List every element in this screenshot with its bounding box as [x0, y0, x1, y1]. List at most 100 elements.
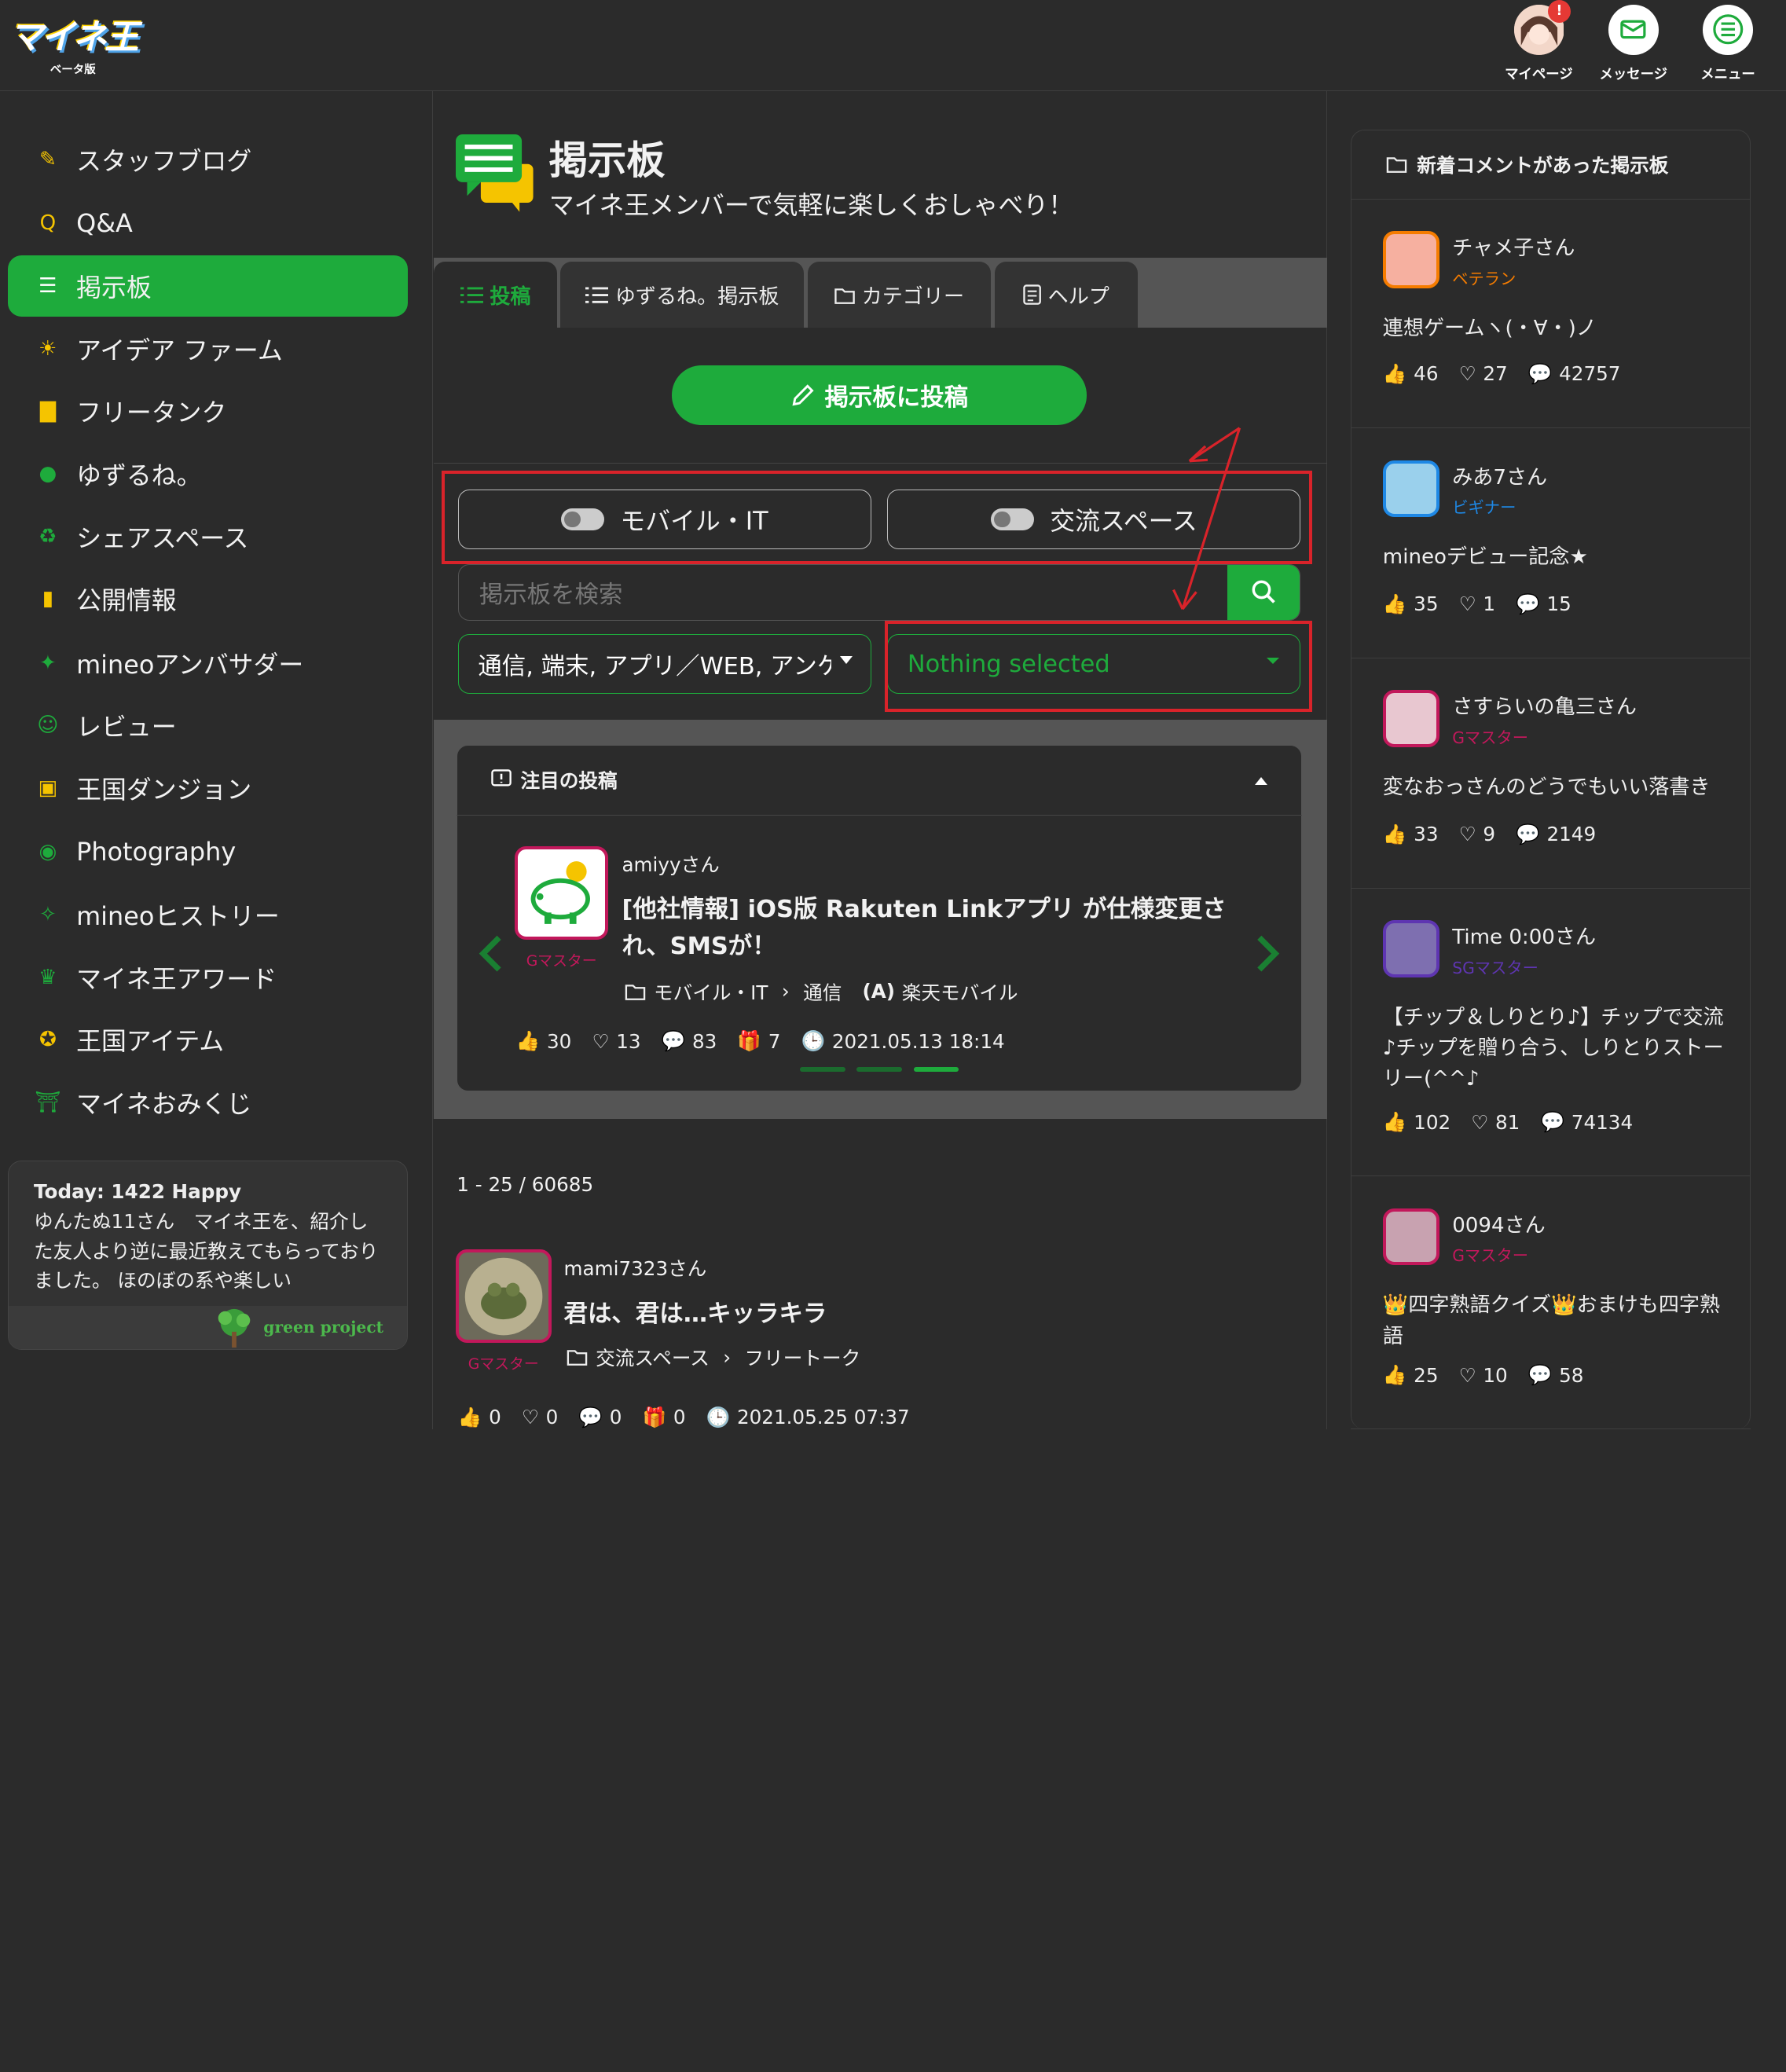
chevron-right-icon: › — [781, 980, 790, 1003]
avatar[interactable] — [1382, 231, 1440, 288]
sidebar-item-7[interactable]: ♻ シェアスペース — [8, 506, 408, 567]
comment-icon: 💬 — [1527, 361, 1553, 385]
sidebar-item-label: レビュー — [76, 712, 177, 743]
category-link[interactable]: モバイル・IT — [654, 977, 768, 1006]
recent-board-item[interactable]: 0094さん Gマスター 👑四字熟語クイズ👑おまけも四字熟語 👍 25 ♡ 10 💬 58 — [1351, 1176, 1751, 1430]
recent-board-item[interactable]: Time 0:00さん SGマスター 【チップ＆しりとり♪】チップで交流♪チップを贈… — [1351, 889, 1751, 1177]
category-link[interactable]: 交流スペース — [596, 1343, 710, 1371]
site-logo[interactable]: マイネ王 — [9, 9, 139, 59]
heart-icon[interactable]: ♡ — [1459, 592, 1476, 615]
featured-category-path: モバイル・IT › 通信 (A) 楽天モバイル — [624, 977, 1018, 1006]
tab-yuzurune-board[interactable]: ゆずるね。掲示板 — [560, 262, 805, 328]
featured-avatar[interactable] — [515, 846, 609, 940]
sidebar-item-2[interactable]: Q Q&A — [8, 193, 408, 254]
recent-username[interactable]: Time 0:00さん — [1452, 920, 1596, 950]
carousel-dot[interactable] — [799, 1067, 845, 1073]
avatar[interactable] — [1382, 1208, 1440, 1266]
heart-icon[interactable]: ♡ — [1459, 1364, 1476, 1387]
sidebar-item-14[interactable]: ♛ マイネ王アワード — [8, 947, 408, 1008]
chevron-up-icon[interactable] — [1255, 776, 1268, 785]
thumbs-up-icon[interactable]: 👍 — [458, 1406, 482, 1429]
recent-username[interactable]: さすらいの亀三さん — [1452, 690, 1637, 720]
menu-button[interactable]: メニュー — [1688, 4, 1767, 83]
category-link[interactable]: 通信 — [803, 977, 842, 1006]
thumbs-up-icon[interactable]: 👍 — [1383, 362, 1407, 386]
recent-username[interactable]: チャメ子さん — [1452, 231, 1575, 261]
mypage-button[interactable]: ! マイページ — [1499, 0, 1579, 83]
thumbs-up-icon[interactable]: 👍 — [516, 1029, 541, 1053]
featured-username[interactable]: amiyyさん — [622, 849, 719, 878]
heart-icon[interactable]: ♡ — [592, 1030, 609, 1053]
thumbs-up-icon[interactable]: 👍 — [1383, 592, 1407, 616]
sidebar-item-10[interactable]: ☺ レビュー — [8, 695, 408, 756]
heart-icon[interactable]: ♡ — [522, 1406, 539, 1428]
recent-board-item[interactable]: みあ7さん ビギナー mineoデビュー記念★ 👍 35 ♡ 1 💬 15 — [1351, 428, 1751, 658]
sidebar-item-12[interactable]: ◉ Photography — [8, 821, 408, 882]
carousel-next-icon[interactable] — [1255, 934, 1280, 973]
sidebar-item-11[interactable]: ▣ 王国ダンジョン — [8, 757, 408, 819]
recent-board-title[interactable]: 👑四字熟語クイズ👑おまけも四字熟語 — [1383, 1290, 1725, 1351]
post-to-board-button[interactable]: 掲示板に投稿 — [672, 365, 1087, 425]
sidebar-item-label: マイネ王アワード — [76, 963, 277, 994]
recent-board-title[interactable]: 変なおっさんのどうでもいい落書き — [1383, 772, 1725, 803]
tab-posts[interactable]: 投稿 — [434, 262, 557, 328]
recent-board-title[interactable]: mineoデビュー記念★ — [1383, 542, 1725, 573]
featured-header[interactable]: 注目の投稿 — [457, 745, 1302, 816]
tab-help[interactable]: ヘルプ — [994, 262, 1139, 328]
board-icon: ☰ — [39, 273, 57, 298]
today-text: ゆんたぬ11さん マイネ王を、紹介した友人より逆に最近教えてもらっておりました。… — [34, 1210, 379, 1293]
thumbs-up-icon[interactable]: 👍 — [1383, 823, 1407, 846]
sidebar-item-3[interactable]: ☰ 掲示板 — [8, 255, 408, 317]
recent-board-title[interactable]: 連想ゲームヽ(・∀・)ノ — [1383, 314, 1725, 344]
sidebar-item-15[interactable]: ✪ 王国アイテム — [8, 1009, 408, 1070]
search-input[interactable]: 掲示板を検索 — [459, 565, 1227, 620]
annotation-arrow — [1172, 427, 1241, 611]
sidebar-item-1[interactable]: ✎ スタッフブログ — [8, 129, 408, 190]
post-title[interactable]: 君は、君は…キッラキラ — [564, 1294, 827, 1329]
green-project-banner[interactable]: green project — [9, 1305, 407, 1349]
recent-board-item[interactable]: さすらいの亀三さん Gマスター 変なおっさんのどうでもいい落書き 👍 33 ♡ 9 💬 2149 — [1351, 658, 1751, 889]
chevron-right-icon: › — [723, 1345, 732, 1369]
menu-icon — [1713, 14, 1744, 45]
carousel-prev-icon[interactable] — [479, 934, 504, 973]
avatar[interactable] — [1382, 920, 1440, 977]
post-rank: Gマスター — [468, 1355, 539, 1373]
recent-stats: 👍 25 ♡ 10 💬 58 — [1382, 1363, 1584, 1387]
avatar[interactable]: ! — [1513, 0, 1571, 55]
thumbs-up-icon[interactable]: 👍 — [1383, 1110, 1407, 1134]
pencil-icon — [792, 384, 814, 406]
featured-post-title[interactable]: [他社情報] iOS版 Rakuten Linkアプリ が仕様変更され、SMSが… — [622, 891, 1237, 966]
avatar[interactable] — [1382, 460, 1440, 518]
thumbs-up-icon[interactable]: 👍 — [1383, 1363, 1407, 1387]
sidebar-item-5[interactable]: ▇ フリータンク — [8, 380, 408, 442]
sidebar-item-9[interactable]: ✦ mineoアンバサダー — [8, 633, 408, 694]
gift-icon[interactable]: 🎁 — [642, 1406, 666, 1429]
document-icon — [1023, 284, 1041, 306]
sidebar-item-13[interactable]: ✧ mineoヒストリー — [8, 884, 408, 945]
sidebar-item-8[interactable]: ▮ 公開情報 — [8, 568, 408, 629]
recent-board-item[interactable]: チャメ子さん ベテラン 連想ゲームヽ(・∀・)ノ 👍 46 ♡ 27 💬 42757 — [1351, 200, 1751, 429]
sidebar-item-6[interactable]: ● ゆずるね。 — [8, 443, 408, 504]
recent-username[interactable]: 0094さん — [1452, 1208, 1546, 1238]
sidebar-item-4[interactable]: ☀ アイデア ファーム — [8, 317, 408, 379]
category-select[interactable]: 通信, 端末, アプリ／WEB, アンケ — [457, 634, 871, 694]
heart-icon[interactable]: ♡ — [1459, 823, 1476, 845]
post-username[interactable]: mami7323さん — [564, 1253, 707, 1282]
carousel-dot-active[interactable] — [913, 1067, 959, 1073]
heart-icon[interactable]: ♡ — [1459, 362, 1476, 385]
mypage-label: マイページ — [1505, 67, 1573, 83]
avatar[interactable] — [1382, 690, 1440, 747]
tag-link[interactable]: 楽天モバイル — [902, 977, 1018, 1006]
message-button[interactable]: メッセージ — [1593, 4, 1673, 83]
tab-category[interactable]: カテゴリー — [807, 262, 992, 328]
category-link[interactable]: フリートーク — [745, 1343, 861, 1371]
recent-board-title[interactable]: 【チップ＆しりとり♪】チップで交流♪チップを贈り合う、しりとりストーリー(^^♪ — [1383, 1003, 1725, 1095]
sidebar-item-16[interactable]: ⛩ マイネおみくじ — [8, 1072, 408, 1133]
comment-icon: 💬 — [1516, 592, 1540, 615]
recent-username[interactable]: みあ7さん — [1452, 460, 1547, 490]
heart-icon[interactable]: ♡ — [1471, 1111, 1488, 1134]
post-avatar[interactable] — [455, 1249, 552, 1344]
carousel-dot[interactable] — [856, 1067, 903, 1073]
today-happy-panel[interactable]: Today: 1422 Happy ゆんたぬ11さん マイネ王を、紹介した友人よ… — [8, 1161, 408, 1350]
gift-icon[interactable]: 🎁 — [737, 1029, 761, 1053]
